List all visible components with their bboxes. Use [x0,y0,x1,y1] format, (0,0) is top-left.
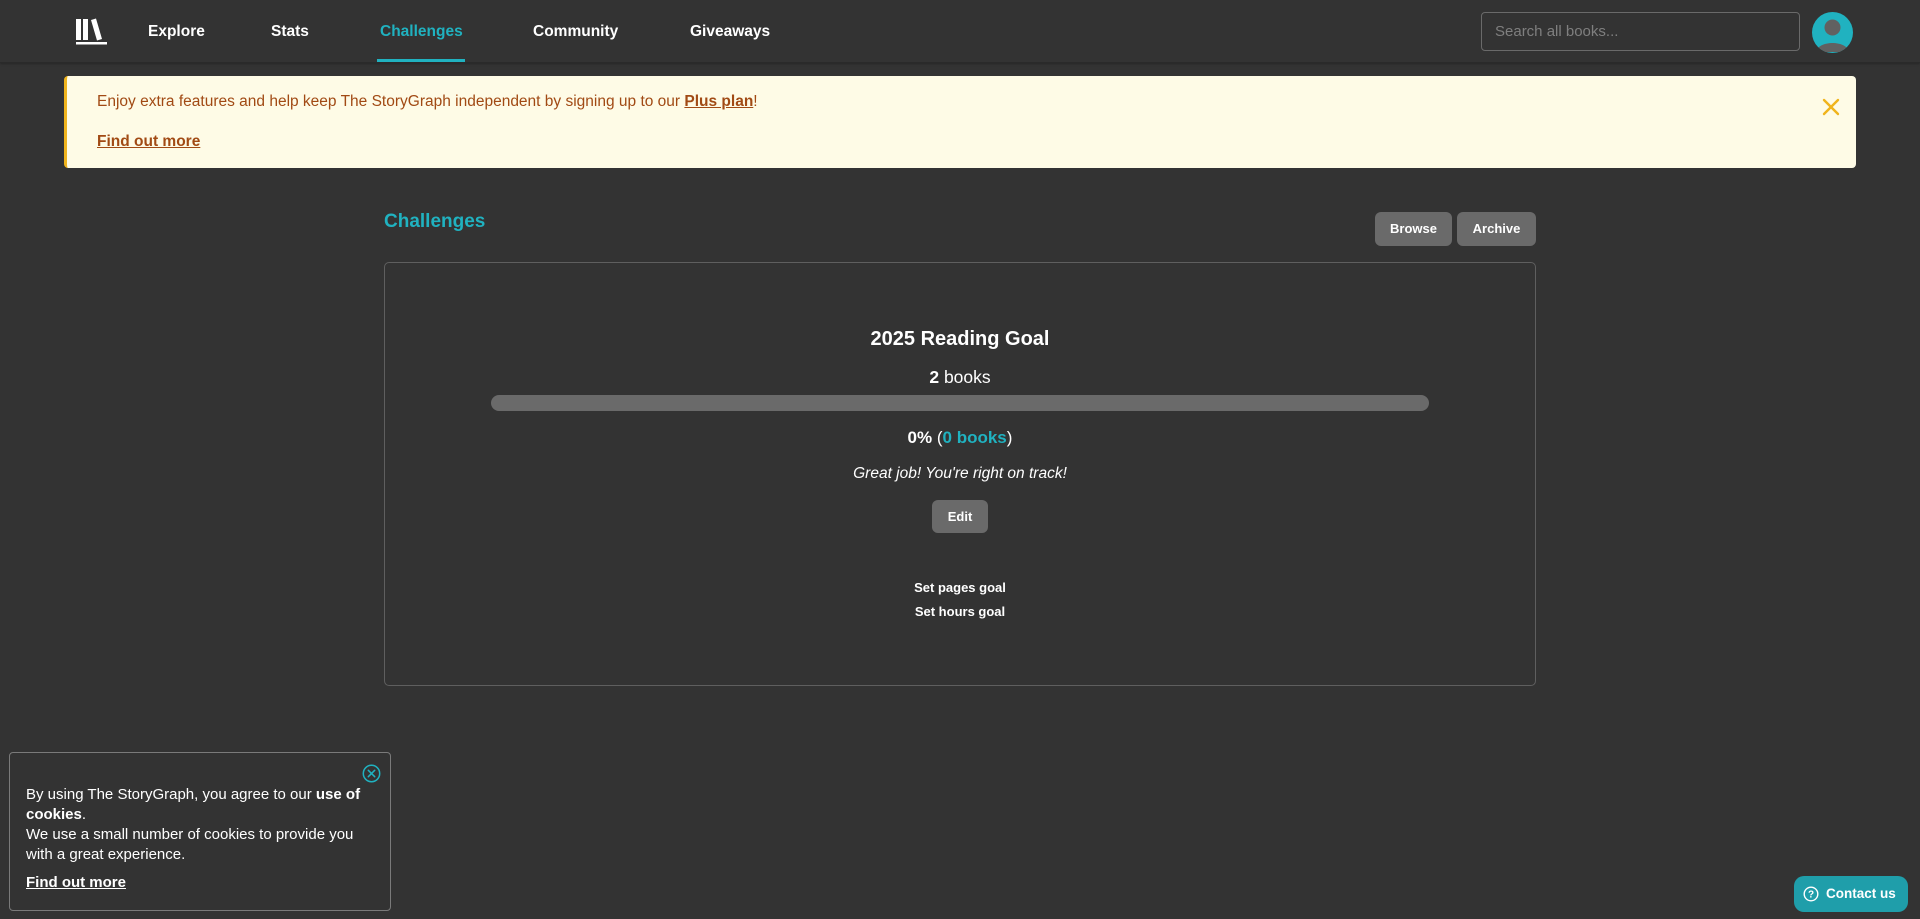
banner-message: Enjoy extra features and help keep The S… [97,93,758,111]
open-paren: ( [932,428,943,447]
goal-target-number: 2 [929,367,940,387]
storygraph-logo-icon[interactable] [76,17,107,45]
goal-target: 2 books [385,367,1535,388]
banner-find-out-more-link[interactable]: Find out more [97,133,200,151]
cookie-message: By using The StoryGraph, you agree to ou… [26,785,366,865]
cookie-notice: By using The StoryGraph, you agree to ou… [9,752,391,911]
page-title: Challenges [384,211,486,232]
browse-button[interactable]: Browse [1375,212,1452,246]
banner-exclamation: ! [753,93,758,110]
top-navigation: Explore Stats Challenges Community Givea… [0,0,1920,63]
goal-target-unit: books [939,367,991,387]
plus-plan-banner: Enjoy extra features and help keep The S… [64,76,1856,168]
search-input[interactable] [1482,13,1799,50]
close-paren: ) [1006,428,1013,447]
svg-text:?: ? [1808,890,1814,901]
goal-title: 2025 Reading Goal [870,328,1050,350]
nav-challenges[interactable]: Challenges [380,0,463,63]
goal-progress-text: 0% (0 books) [385,428,1535,448]
help-circle-icon: ? [1803,886,1819,902]
edit-goal-button[interactable]: Edit [932,500,988,533]
contact-us-button[interactable]: ? Contact us [1794,876,1908,912]
banner-text: Enjoy extra features and help keep The S… [97,93,685,110]
nav-explore[interactable]: Explore [148,0,205,63]
active-tab-underline [377,59,465,62]
goal-percent: 0% [907,428,933,447]
nav-giveaways[interactable]: Giveaways [690,0,770,63]
set-hours-goal-link[interactable]: Set hours goal [385,604,1535,619]
archive-button[interactable]: Archive [1457,212,1536,246]
set-pages-goal-link[interactable]: Set pages goal [385,580,1535,595]
user-silhouette-icon [1816,19,1849,52]
nav-community[interactable]: Community [533,0,618,63]
cookie-text-start: By using The StoryGraph, you agree to ou… [26,786,316,803]
goal-progress-bar [491,395,1429,411]
books-read-link[interactable]: 0 books [943,428,1007,447]
user-avatar[interactable] [1812,12,1853,53]
search-box [1481,12,1800,51]
plus-plan-link[interactable]: Plus plan [684,93,753,110]
cookie-find-out-more-link[interactable]: Find out more [26,874,126,891]
nav-stats[interactable]: Stats [271,0,309,63]
goal-status-message: Great job! You're right on track! [853,465,1067,482]
close-icon[interactable] [1820,96,1842,118]
cookie-text-line2: We use a small number of cookies to prov… [26,826,354,863]
cookie-period: . [81,806,87,823]
close-circle-icon[interactable] [362,764,381,783]
reading-goal-card: 2025 Reading Goal 2 books 0% (0 books) G… [384,262,1536,686]
contact-us-label: Contact us [1826,886,1896,901]
